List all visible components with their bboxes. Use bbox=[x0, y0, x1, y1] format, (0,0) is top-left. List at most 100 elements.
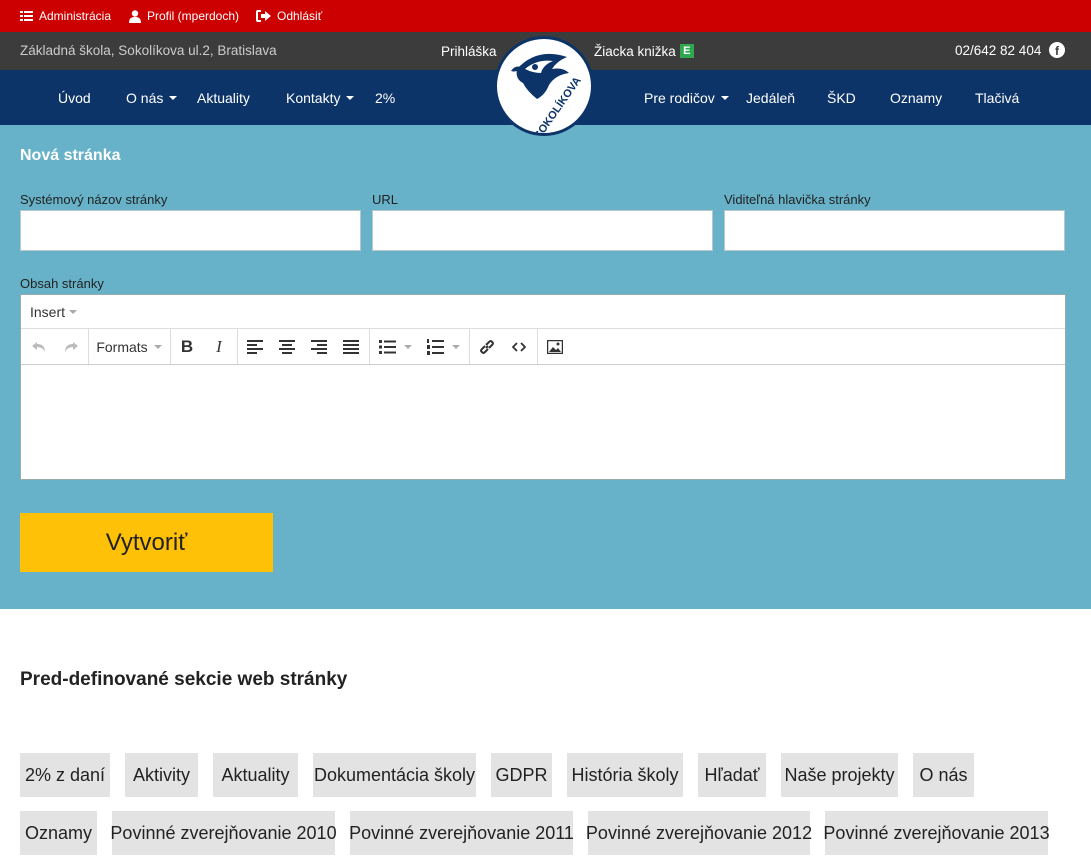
application-link[interactable]: Prihláška bbox=[441, 32, 497, 70]
section-chip[interactable]: História školy bbox=[567, 753, 683, 797]
nav-item-uvod[interactable]: Úvod bbox=[58, 70, 91, 125]
nav-item-pre-rodicov[interactable]: Pre rodičov bbox=[644, 70, 729, 125]
nav-label: Jedáleň bbox=[746, 89, 796, 106]
admin-link[interactable]: Administrácia bbox=[20, 0, 111, 32]
section-chip[interactable]: GDPR bbox=[491, 753, 552, 797]
nav-label: Úvod bbox=[58, 89, 91, 106]
profile-label: Profil (mperdoch) bbox=[147, 9, 240, 23]
new-page-form: Nová stránka Systémový názov stránky URL… bbox=[0, 125, 1091, 609]
toolbar-divider bbox=[88, 329, 89, 364]
editor-toolbar: Formats B I bbox=[21, 329, 1065, 365]
nav-label: Oznamy bbox=[890, 89, 943, 106]
url-label: URL bbox=[372, 192, 399, 207]
section-chip[interactable]: Aktivity bbox=[125, 753, 198, 797]
logout-link[interactable]: Odhlásiť bbox=[256, 0, 322, 32]
system-name-input[interactable] bbox=[20, 210, 361, 251]
falcon-logo-icon: ZŠ SOKOLÍKOVA bbox=[498, 40, 590, 133]
section-chip[interactable]: Povinné zverejňovanie 2010 bbox=[110, 811, 337, 855]
link-button[interactable] bbox=[473, 329, 501, 364]
chevron-down-icon bbox=[720, 95, 729, 100]
section-chip[interactable]: Dokumentácia školy bbox=[313, 753, 476, 797]
header-label: Viditeľná hlavička stránky bbox=[724, 192, 871, 207]
align-justify-button[interactable] bbox=[337, 329, 365, 364]
grid-icon bbox=[20, 11, 33, 21]
bold-icon: B bbox=[180, 336, 194, 356]
nav-item-jedalen[interactable]: Jedáleň bbox=[746, 70, 795, 125]
url-input[interactable] bbox=[372, 210, 713, 251]
nav-item-tlaciva[interactable]: Tlačivá bbox=[975, 70, 1019, 125]
code-icon bbox=[512, 341, 526, 352]
editor-content-area[interactable] bbox=[21, 366, 1065, 479]
redo-button[interactable] bbox=[57, 329, 85, 364]
facebook-icon[interactable]: f bbox=[1049, 42, 1065, 58]
create-button[interactable]: Vytvoriť bbox=[20, 513, 273, 572]
toolbar-divider bbox=[469, 329, 470, 364]
nav-item-skd[interactable]: ŠKD bbox=[827, 70, 856, 125]
phone-number: 02/642 82 404 bbox=[955, 42, 1042, 58]
section-chip[interactable]: 2% z daní bbox=[20, 753, 110, 797]
insert-menu[interactable]: Insert bbox=[30, 303, 78, 320]
content-label: Obsah stránky bbox=[20, 276, 104, 291]
align-left-icon bbox=[247, 339, 263, 354]
profile-link[interactable]: Profil (mperdoch) bbox=[129, 0, 239, 32]
align-left-button[interactable] bbox=[241, 329, 269, 364]
student-book-link[interactable]: Žiacka knižka E bbox=[594, 32, 694, 70]
sections-title: Pred-definované sekcie web stránky bbox=[20, 669, 348, 690]
nav-item-o-nas[interactable]: O nás bbox=[126, 70, 178, 125]
section-chip[interactable]: Oznamy bbox=[20, 811, 97, 855]
toolbar-divider bbox=[537, 329, 538, 364]
form-title: Nová stránka bbox=[20, 147, 121, 164]
school-logo[interactable]: ZŠ SOKOLÍKOVA bbox=[494, 36, 594, 136]
admin-bar: Administrácia Profil (mperdoch) Odhlásiť bbox=[0, 0, 1091, 32]
insert-image-button[interactable] bbox=[541, 329, 569, 364]
bold-button[interactable]: B bbox=[173, 329, 201, 364]
align-right-icon bbox=[311, 339, 327, 354]
editor-menubar: Insert bbox=[21, 295, 1065, 329]
italic-icon: I bbox=[216, 336, 222, 356]
section-chip[interactable]: Povinné zverejňovanie 2013 bbox=[823, 811, 1050, 855]
header-input[interactable] bbox=[724, 210, 1065, 251]
user-icon bbox=[129, 9, 141, 23]
nav-label: Pre rodičov bbox=[644, 89, 715, 106]
chevron-down-icon bbox=[346, 95, 355, 100]
rich-text-editor: Insert Formats B I bbox=[20, 294, 1066, 480]
chevron-down-icon bbox=[451, 344, 460, 349]
nav-item-aktuality[interactable]: Aktuality bbox=[197, 70, 250, 125]
nav-item-oznamy[interactable]: Oznamy bbox=[890, 70, 942, 125]
redo-icon bbox=[65, 341, 78, 352]
section-chip[interactable]: Povinné zverejňovanie 2011 bbox=[349, 811, 574, 855]
section-chip[interactable]: O nás bbox=[913, 753, 974, 797]
nav-label: 2% bbox=[375, 89, 396, 106]
section-chip[interactable]: Naše projekty bbox=[781, 753, 898, 797]
source-code-button[interactable] bbox=[505, 329, 533, 364]
link-icon bbox=[480, 339, 494, 354]
nav-item-2-percent[interactable]: 2% bbox=[375, 70, 395, 125]
bullet-list-button[interactable] bbox=[373, 329, 417, 364]
school-address: Základná škola, Sokolíkova ul.2, Bratisl… bbox=[20, 42, 277, 58]
system-name-label: Systémový názov stránky bbox=[20, 192, 168, 207]
section-chip[interactable]: Aktuality bbox=[213, 753, 298, 797]
numbered-list-button[interactable] bbox=[421, 329, 465, 364]
sign-out-icon bbox=[256, 10, 271, 22]
nav-label: Kontakty bbox=[286, 89, 341, 106]
toolbar-divider bbox=[170, 329, 171, 364]
section-chip[interactable]: Povinné zverejňovanie 2012 bbox=[586, 811, 812, 855]
chevron-down-icon bbox=[153, 344, 162, 349]
undo-icon bbox=[32, 341, 45, 352]
align-center-icon bbox=[279, 339, 295, 354]
italic-button[interactable]: I bbox=[205, 329, 233, 364]
toolbar-divider bbox=[369, 329, 370, 364]
image-icon bbox=[547, 339, 563, 354]
chevron-down-icon bbox=[403, 344, 412, 349]
formats-dropdown[interactable]: Formats bbox=[93, 329, 165, 364]
align-right-button[interactable] bbox=[305, 329, 333, 364]
insert-label: Insert bbox=[30, 303, 66, 320]
chevron-down-icon bbox=[169, 95, 178, 100]
align-center-button[interactable] bbox=[273, 329, 301, 364]
section-chip[interactable]: Hľadať bbox=[698, 753, 766, 797]
nav-label: Aktuality bbox=[197, 89, 250, 106]
nav-label: Tlačivá bbox=[975, 89, 1020, 106]
student-book-label: Žiacka knižka bbox=[594, 43, 676, 59]
undo-button[interactable] bbox=[25, 329, 53, 364]
nav-item-kontakty[interactable]: Kontakty bbox=[286, 70, 355, 125]
